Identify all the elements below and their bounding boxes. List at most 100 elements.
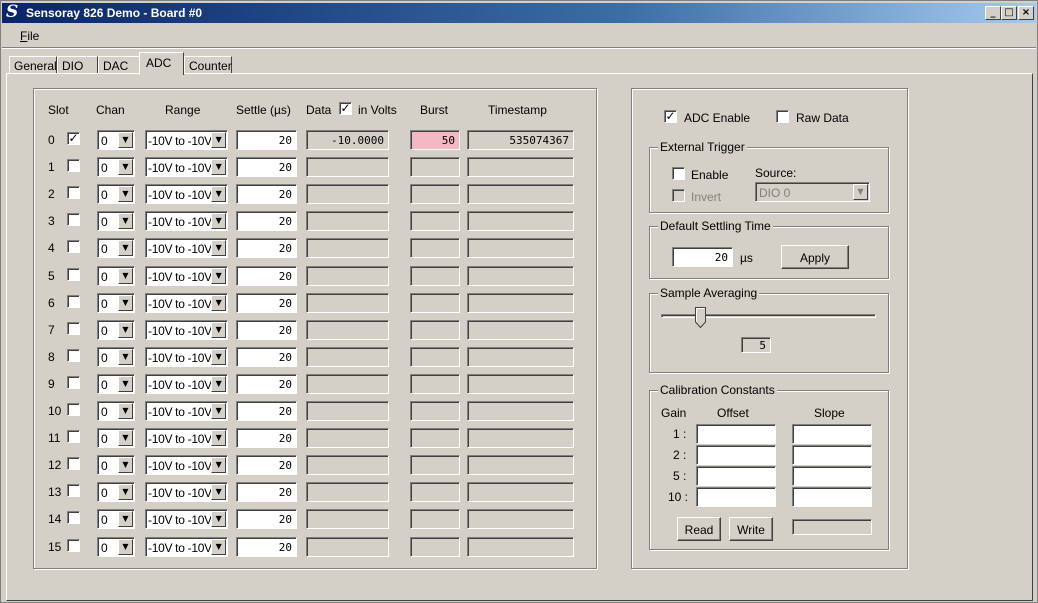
- chan-select[interactable]: 0 ▼: [97, 509, 135, 529]
- offset-input[interactable]: [696, 424, 776, 444]
- chevron-down-icon[interactable]: ▼: [118, 457, 133, 473]
- slot-enable-checkbox[interactable]: [67, 430, 80, 443]
- chevron-down-icon[interactable]: ▼: [211, 268, 226, 284]
- chan-select[interactable]: 0 ▼: [97, 374, 135, 394]
- close-icon[interactable]: ×: [1018, 6, 1034, 20]
- chevron-down-icon[interactable]: ▼: [118, 430, 133, 446]
- slot-enable-checkbox[interactable]: [67, 268, 80, 281]
- adc-enable-checkbox[interactable]: ✓: [664, 110, 677, 123]
- apply-button[interactable]: Apply: [781, 245, 849, 269]
- settle-input[interactable]: 20: [236, 130, 297, 150]
- chevron-down-icon[interactable]: ▼: [211, 213, 226, 229]
- tab-adc[interactable]: ADC: [139, 52, 184, 75]
- chevron-down-icon[interactable]: ▼: [118, 511, 133, 527]
- slope-input[interactable]: [792, 466, 872, 486]
- trigger-source-select[interactable]: DIO 0 ▼: [755, 182, 870, 202]
- chevron-down-icon[interactable]: ▼: [211, 186, 226, 202]
- range-select[interactable]: -10V to -10V ▼: [145, 266, 228, 286]
- chevron-down-icon[interactable]: ▼: [118, 132, 133, 148]
- slope-input[interactable]: [792, 424, 872, 444]
- chevron-down-icon[interactable]: ▼: [118, 322, 133, 338]
- range-select[interactable]: -10V to -10V ▼: [145, 157, 228, 177]
- slope-input[interactable]: [792, 445, 872, 465]
- chevron-down-icon[interactable]: ▼: [118, 240, 133, 256]
- settle-input[interactable]: 20: [236, 184, 297, 204]
- chevron-down-icon[interactable]: ▼: [118, 186, 133, 202]
- chevron-down-icon[interactable]: ▼: [211, 240, 226, 256]
- sensoray-s-icon[interactable]: S: [6, 4, 22, 21]
- settle-input[interactable]: 20: [236, 455, 297, 475]
- chevron-down-icon[interactable]: ▼: [211, 295, 226, 311]
- range-select[interactable]: -10V to -10V ▼: [145, 320, 228, 340]
- maximize-icon[interactable]: □: [1001, 6, 1017, 20]
- range-select[interactable]: -10V to -10V ▼: [145, 401, 228, 421]
- settle-input[interactable]: 20: [236, 482, 297, 502]
- chevron-down-icon[interactable]: ▼: [853, 184, 868, 200]
- title-bar[interactable]: S Sensoray 826 Demo - Board #0 _ □ ×: [2, 3, 1036, 23]
- chevron-down-icon[interactable]: ▼: [211, 132, 226, 148]
- chevron-down-icon[interactable]: ▼: [211, 322, 226, 338]
- range-select[interactable]: -10V to -10V ▼: [145, 374, 228, 394]
- chevron-down-icon[interactable]: ▼: [211, 349, 226, 365]
- chevron-down-icon[interactable]: ▼: [118, 213, 133, 229]
- read-button[interactable]: Read: [677, 517, 721, 541]
- chevron-down-icon[interactable]: ▼: [118, 159, 133, 175]
- settle-input[interactable]: 20: [236, 509, 297, 529]
- chan-select[interactable]: 0 ▼: [97, 211, 135, 231]
- slot-enable-checkbox[interactable]: ✓: [67, 132, 80, 145]
- settle-input[interactable]: 20: [236, 401, 297, 421]
- minimize-icon[interactable]: _: [985, 6, 1001, 20]
- offset-input[interactable]: [696, 487, 776, 507]
- slot-enable-checkbox[interactable]: [67, 213, 80, 226]
- tab-general[interactable]: General: [9, 56, 57, 74]
- chan-select[interactable]: 0 ▼: [97, 537, 135, 557]
- chevron-down-icon[interactable]: ▼: [118, 539, 133, 555]
- chan-select[interactable]: 0 ▼: [97, 320, 135, 340]
- chevron-down-icon[interactable]: ▼: [211, 484, 226, 500]
- chevron-down-icon[interactable]: ▼: [118, 484, 133, 500]
- settle-input[interactable]: 20: [236, 266, 297, 286]
- offset-input[interactable]: [696, 466, 776, 486]
- settle-input[interactable]: 20: [236, 157, 297, 177]
- default-settling-input[interactable]: 20: [672, 247, 733, 267]
- offset-input[interactable]: [696, 445, 776, 465]
- chevron-down-icon[interactable]: ▼: [211, 457, 226, 473]
- slot-enable-checkbox[interactable]: [67, 186, 80, 199]
- chevron-down-icon[interactable]: ▼: [118, 295, 133, 311]
- tab-counter[interactable]: Counter: [184, 56, 232, 74]
- chan-select[interactable]: 0 ▼: [97, 266, 135, 286]
- range-select[interactable]: -10V to -10V ▼: [145, 537, 228, 557]
- slot-enable-checkbox[interactable]: [67, 511, 80, 524]
- range-select[interactable]: -10V to -10V ▼: [145, 509, 228, 529]
- chan-select[interactable]: 0 ▼: [97, 401, 135, 421]
- range-select[interactable]: -10V to -10V ▼: [145, 347, 228, 367]
- chevron-down-icon[interactable]: ▼: [118, 349, 133, 365]
- range-select[interactable]: -10V to -10V ▼: [145, 211, 228, 231]
- chevron-down-icon[interactable]: ▼: [118, 268, 133, 284]
- settle-input[interactable]: 20: [236, 428, 297, 448]
- slot-enable-checkbox[interactable]: [67, 159, 80, 172]
- chan-select[interactable]: 0 ▼: [97, 238, 135, 258]
- chan-select[interactable]: 0 ▼: [97, 428, 135, 448]
- range-select[interactable]: -10V to -10V ▼: [145, 428, 228, 448]
- chevron-down-icon[interactable]: ▼: [118, 403, 133, 419]
- chevron-down-icon[interactable]: ▼: [211, 539, 226, 555]
- slot-enable-checkbox[interactable]: [67, 403, 80, 416]
- menu-file[interactable]: File: [20, 29, 39, 43]
- slot-enable-checkbox[interactable]: [67, 376, 80, 389]
- chan-select[interactable]: 0 ▼: [97, 157, 135, 177]
- averaging-slider-track[interactable]: [661, 314, 876, 318]
- slot-enable-checkbox[interactable]: [67, 240, 80, 253]
- in-volts-checkbox[interactable]: ✓: [339, 102, 352, 115]
- chan-select[interactable]: 0 ▼: [97, 482, 135, 502]
- write-button[interactable]: Write: [729, 517, 773, 541]
- chevron-down-icon[interactable]: ▼: [211, 511, 226, 527]
- slot-enable-checkbox[interactable]: [67, 322, 80, 335]
- chevron-down-icon[interactable]: ▼: [118, 376, 133, 392]
- tab-dac[interactable]: DAC: [98, 56, 140, 74]
- range-select[interactable]: -10V to -10V ▼: [145, 184, 228, 204]
- chevron-down-icon[interactable]: ▼: [211, 430, 226, 446]
- settle-input[interactable]: 20: [236, 293, 297, 313]
- slot-enable-checkbox[interactable]: [67, 349, 80, 362]
- trigger-enable-checkbox[interactable]: [672, 167, 685, 180]
